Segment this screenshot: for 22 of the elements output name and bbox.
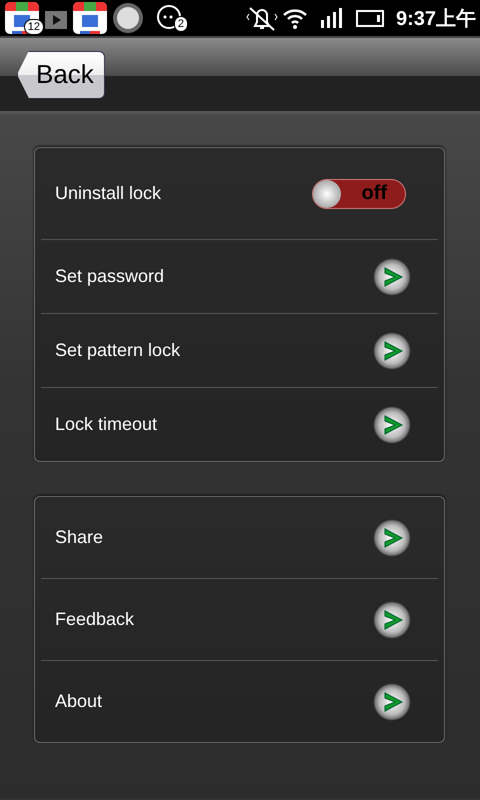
arrow-button-icon[interactable] <box>373 600 411 638</box>
battery-icon <box>356 7 386 29</box>
arrow-button-icon[interactable] <box>373 518 411 556</box>
setting-label: Lock timeout <box>55 414 158 435</box>
clock-time: 9:37上午 <box>396 6 476 32</box>
signal-icon <box>320 6 344 30</box>
setting-label: Set password <box>55 266 164 287</box>
notification-count: 2 <box>174 16 188 32</box>
setting-label: Uninstall lock <box>55 183 162 204</box>
store-app-icon <box>72 1 108 35</box>
arrow-button-icon[interactable] <box>373 258 411 296</box>
arrow-button-icon[interactable] <box>373 332 411 370</box>
setting-label: Share <box>55 527 104 548</box>
setting-label: Set pattern lock <box>55 340 180 361</box>
notification-count: 12 <box>24 19 44 35</box>
chat-icon <box>156 4 184 32</box>
arrow-button-icon[interactable] <box>373 406 411 444</box>
setting-label: Feedback <box>55 609 134 630</box>
back-button[interactable]: Back <box>17 50 105 98</box>
circle-icon <box>112 2 144 34</box>
setting-label: About <box>55 691 102 712</box>
arrow-button-icon[interactable] <box>373 682 411 720</box>
